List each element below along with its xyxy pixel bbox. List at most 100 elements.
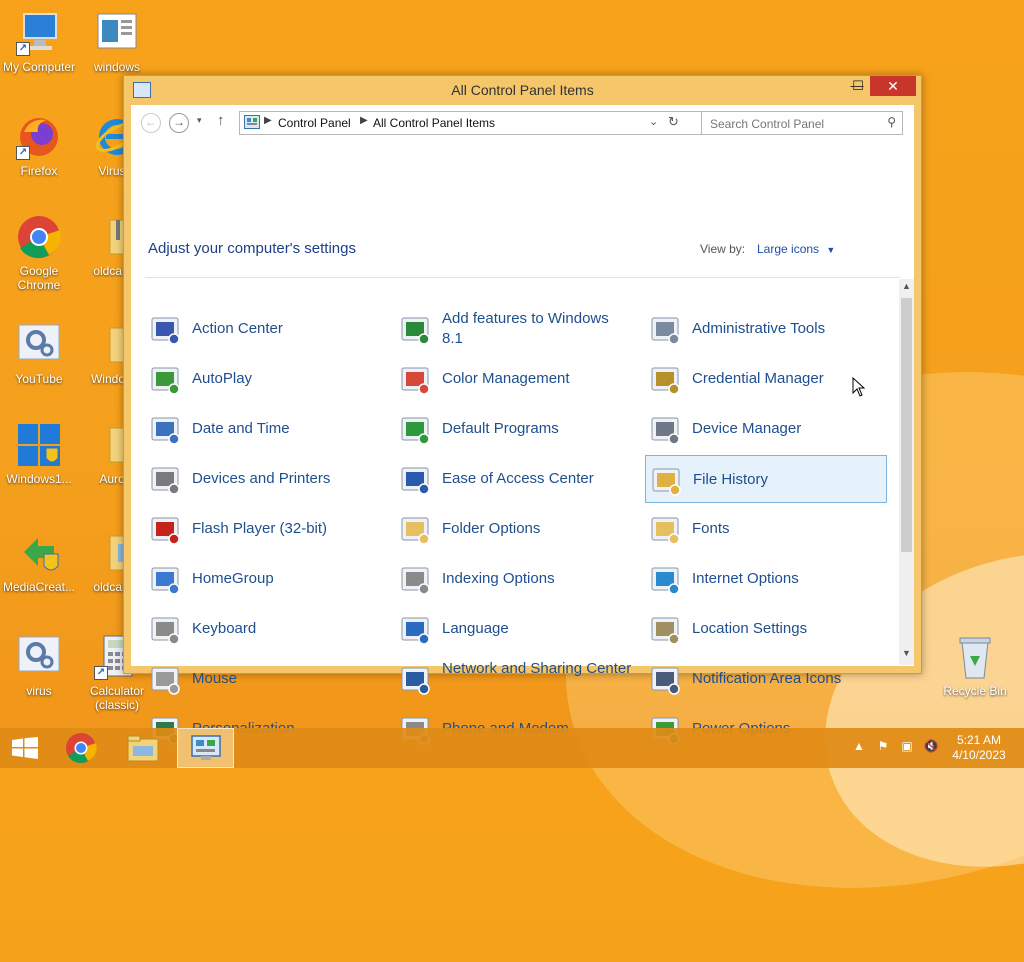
control-panel-item-label: Network and Sharing Center: [442, 660, 632, 677]
control-panel-item[interactable]: Color Management: [395, 355, 637, 403]
color-management-icon: [401, 367, 430, 395]
control-panel-item[interactable]: Fonts: [645, 505, 887, 553]
desktop-icon-firefox[interactable]: ↗ Firefox: [0, 114, 78, 178]
file-explorer-icon: [127, 735, 159, 762]
control-panel-item[interactable]: Language: [395, 605, 637, 653]
control-panel-item[interactable]: Notification Area Icons: [645, 655, 887, 703]
control-panel-item-label: Action Center: [192, 320, 283, 337]
desktop-icon-mediacreation[interactable]: MediaCreat...: [0, 530, 78, 594]
breadcrumb-all-items[interactable]: All Control Panel Items: [373, 116, 495, 130]
control-panel-item[interactable]: Action Center: [145, 305, 387, 353]
control-panel-item[interactable]: Device Manager: [645, 405, 887, 453]
control-panel-item-label: Keyboard: [192, 620, 257, 637]
control-panel-item[interactable]: Administrative Tools: [645, 305, 887, 353]
scroll-up-button[interactable]: ▲: [899, 281, 914, 296]
search-icon[interactable]: ⚲: [887, 115, 896, 129]
desktop-icon-youtube[interactable]: YouTube: [0, 322, 78, 386]
chevron-right-icon: ▶: [360, 115, 368, 126]
vertical-scrollbar[interactable]: ▲ ▼: [899, 279, 914, 665]
desktop-icon-my-computer[interactable]: ↗ My Computer: [0, 10, 78, 74]
control-panel-item-label: Location Settings: [692, 620, 808, 637]
refresh-button[interactable]: ↻: [668, 114, 679, 130]
desktop-icon-windows[interactable]: windows: [78, 10, 156, 74]
control-panel-item[interactable]: Date and Time: [145, 405, 387, 453]
volume-muted-tray-icon[interactable]: 🔇: [922, 739, 940, 757]
homegroup-icon: [151, 567, 180, 595]
control-panel-item-label: Mouse: [192, 670, 238, 687]
folder-options-icon: [401, 517, 430, 545]
control-panel-item[interactable]: File History: [645, 455, 887, 503]
taskbar-clock[interactable]: 5:21 AM 4/10/2023: [944, 733, 1014, 763]
action-center-tray-icon[interactable]: ⚑: [874, 739, 892, 757]
internet-options-icon: [651, 567, 680, 595]
refresh-icon: ↻: [668, 114, 679, 129]
control-panel-item[interactable]: Internet Options: [645, 555, 887, 603]
control-panel-item[interactable]: HomeGroup: [145, 555, 387, 603]
taskbar-control-panel-button[interactable]: [177, 728, 234, 768]
recent-locations-button[interactable]: ▾: [197, 115, 202, 126]
view-by-value: Large icons: [757, 242, 820, 256]
add-features-icon: [401, 317, 430, 345]
network-tray-icon[interactable]: ▣: [898, 739, 916, 757]
taskbar-chrome-button[interactable]: [56, 728, 106, 768]
close-button[interactable]: ✕: [870, 76, 916, 96]
maximize-button[interactable]: ☐: [844, 76, 872, 96]
media-creation-icon: [16, 530, 62, 576]
taskbar: ▲ ⚑ ▣ 🔇 5:21 AM 4/10/2023: [0, 728, 1024, 768]
start-button[interactable]: [0, 728, 50, 768]
control-panel-item[interactable]: Flash Player (32-bit): [145, 505, 387, 553]
chrome-icon: [66, 733, 97, 763]
search-input[interactable]: [708, 114, 882, 134]
control-panel-item[interactable]: Folder Options: [395, 505, 637, 553]
control-panel-items-grid: Action Center Add features to Windows 8.1…: [145, 305, 903, 765]
desktop-icon-windows10[interactable]: Windows1...: [0, 422, 78, 486]
arrow-left-icon: ←: [145, 115, 157, 129]
control-panel-item[interactable]: AutoPlay: [145, 355, 387, 403]
notification-area-icon: [651, 667, 680, 695]
control-panel-item[interactable]: Devices and Printers: [145, 455, 387, 503]
control-panel-item[interactable]: Credential Manager: [645, 355, 887, 403]
control-panel-item[interactable]: Default Programs: [395, 405, 637, 453]
flash-player-icon: [151, 517, 180, 545]
mouse-cursor-icon: [852, 377, 866, 397]
control-panel-item-label: Color Management: [442, 370, 570, 387]
control-panel-item[interactable]: Mouse: [145, 655, 387, 703]
title-bar[interactable]: All Control Panel Items — ☐ ✕: [124, 76, 921, 104]
control-panel-item[interactable]: Keyboard: [145, 605, 387, 653]
desktop-icon-label: MediaCreat...: [2, 580, 76, 594]
desktop-icon-google-chrome[interactable]: Google Chrome: [0, 214, 78, 292]
scroll-thumb[interactable]: [901, 298, 912, 552]
control-panel-item-label: Indexing Options: [442, 570, 555, 587]
show-hidden-icons-button[interactable]: ▲: [850, 739, 868, 757]
control-panel-item[interactable]: Indexing Options: [395, 555, 637, 603]
desktop-icon-label: Firefox: [20, 164, 58, 178]
chrome-icon: [16, 214, 62, 260]
forward-button[interactable]: →: [169, 113, 189, 133]
desktop-icon-label: Windows1...: [6, 472, 72, 486]
windows-logo-icon: [16, 422, 62, 468]
scroll-down-button[interactable]: ▼: [899, 648, 914, 663]
breadcrumb-control-panel[interactable]: Control Panel: [278, 116, 351, 130]
control-panel-icon: [191, 735, 221, 760]
desktop-icon-recycle-bin[interactable]: Recycle Bin: [936, 634, 1014, 698]
view-by-dropdown[interactable]: Large icons ▼: [757, 242, 835, 256]
ease-of-access-icon: [401, 467, 430, 495]
control-panel-window: All Control Panel Items — ☐ ✕ ← → ▾ ↑ ▶ …: [123, 75, 922, 745]
device-manager-icon: [651, 417, 680, 445]
back-button[interactable]: ←: [141, 113, 161, 133]
search-box[interactable]: ⚲: [701, 111, 903, 135]
window-title: All Control Panel Items: [451, 82, 594, 98]
up-button[interactable]: ↑: [217, 112, 225, 129]
chevron-down-icon: ⌄: [649, 116, 659, 128]
control-panel-item[interactable]: Location Settings: [645, 605, 887, 653]
desktop-icon-virus-file[interactable]: virus: [0, 634, 78, 698]
control-panel-item[interactable]: Network and Sharing Center: [395, 655, 637, 703]
autoplay-icon: [151, 367, 180, 395]
control-panel-icon: [244, 115, 260, 129]
control-panel-item[interactable]: Add features to Windows 8.1: [395, 305, 637, 353]
address-dropdown-button[interactable]: ⌄: [649, 115, 658, 128]
control-panel-item[interactable]: Ease of Access Center: [395, 455, 637, 503]
shortcut-arrow-icon: ↗: [94, 666, 108, 680]
taskbar-file-explorer-button[interactable]: [118, 728, 168, 768]
desktop-icon-label: My Computer: [2, 60, 76, 74]
